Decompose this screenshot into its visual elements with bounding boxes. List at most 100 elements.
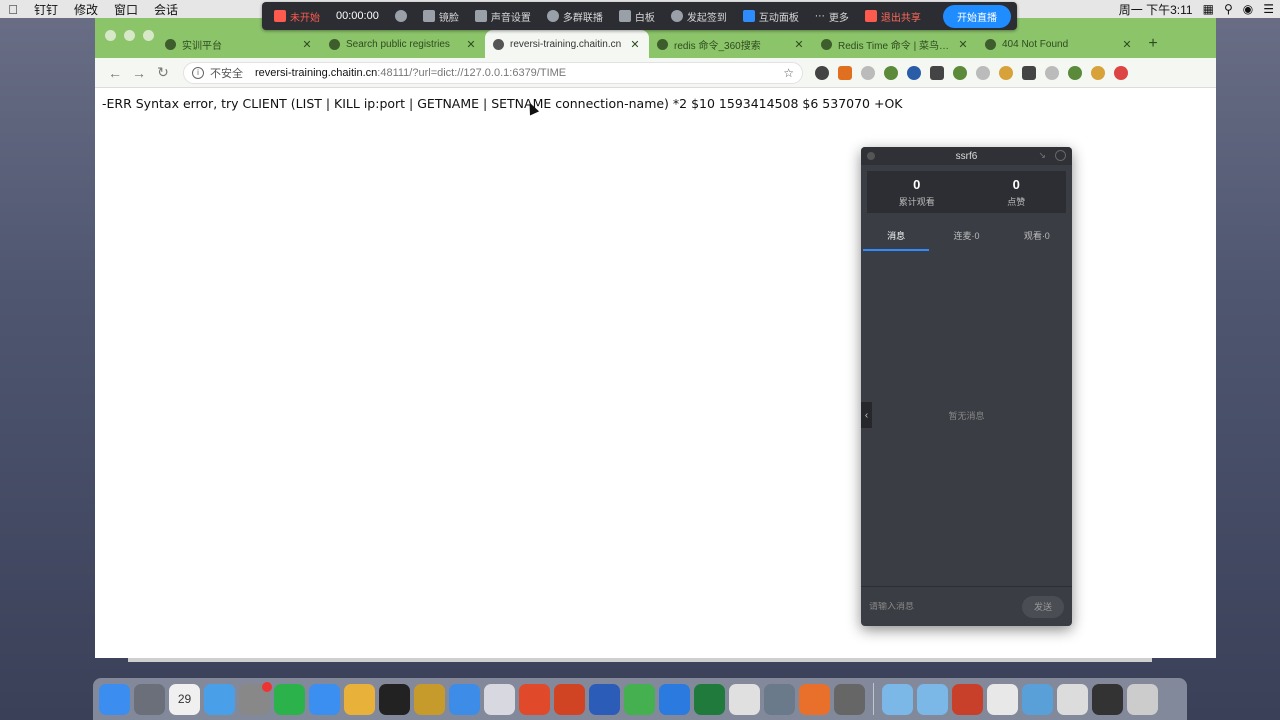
control-center-icon[interactable]: ☰ <box>1263 2 1274 16</box>
tab-training-platform[interactable]: 实训平台 ✕ <box>157 30 321 58</box>
update-icon[interactable] <box>1114 65 1128 80</box>
close-window-button[interactable] <box>105 30 116 41</box>
start-live-button[interactable]: 开始直播 <box>943 4 1011 28</box>
more-icon: ⋯ <box>814 10 825 22</box>
shrink-icon[interactable]: ↘ <box>1038 150 1046 161</box>
xmind-icon[interactable] <box>519 683 550 715</box>
tab-redis-time[interactable]: Redis Time 命令 | 菜鸟教程 ✕ <box>813 30 977 58</box>
terminal-icon[interactable] <box>379 683 410 715</box>
close-tab-icon[interactable]: ✕ <box>793 38 805 51</box>
menu-item-session[interactable]: 会话 <box>146 1 186 18</box>
tab-not-found[interactable]: 404 Not Found ✕ <box>977 30 1141 58</box>
new-tab-button[interactable]: + <box>1141 30 1165 58</box>
minimized-window-icon[interactable] <box>1092 683 1123 715</box>
close-tab-icon[interactable]: ✕ <box>629 38 641 51</box>
menu-item-edit[interactable]: 修改 <box>66 1 106 18</box>
powerpoint-icon[interactable] <box>554 683 585 715</box>
word-icon[interactable] <box>589 683 620 715</box>
minimized-window-icon[interactable] <box>987 683 1018 715</box>
finder-icon[interactable] <box>99 683 130 715</box>
send-button[interactable]: 发送 <box>1022 595 1064 618</box>
extension-icon[interactable] <box>999 65 1013 80</box>
safari-icon[interactable] <box>309 683 340 715</box>
profile-avatar[interactable] <box>1091 65 1105 80</box>
keyboard-icon[interactable]: ▦ <box>1203 2 1214 16</box>
trash-icon[interactable] <box>1127 683 1158 715</box>
info-icon[interactable]: i <box>192 66 204 79</box>
tab-reversi-training[interactable]: reversi-training.chaitin.cn ✕ <box>485 30 649 58</box>
extension-icon[interactable] <box>1068 65 1082 80</box>
vscode-icon[interactable] <box>659 683 690 715</box>
multi-group-button[interactable]: 多群联播 <box>541 9 609 24</box>
remote-desktop-icon[interactable] <box>484 683 515 715</box>
extension-icon[interactable] <box>884 65 898 80</box>
menu-clock[interactable]: 周一 下午3:11 <box>1119 1 1193 18</box>
wechat-icon[interactable] <box>274 683 305 715</box>
recording-status[interactable]: 未开始 <box>268 9 326 24</box>
calendar-icon[interactable]: 29 <box>169 683 200 715</box>
launchpad-icon[interactable] <box>134 683 165 715</box>
whiteboard-button[interactable]: 白板 <box>613 9 661 24</box>
downloads-folder-icon[interactable] <box>917 683 948 715</box>
close-panel-icon[interactable] <box>867 152 875 160</box>
extension-icon[interactable] <box>907 65 921 80</box>
menu-item-app[interactable]: 钉钉 <box>26 1 66 18</box>
horizontal-scrollbar[interactable] <box>128 658 1152 662</box>
extension-icon[interactable] <box>930 65 944 80</box>
tab-search-registries[interactable]: Search public registries ✕ <box>321 30 485 58</box>
back-button[interactable]: ← <box>103 65 127 81</box>
extension-icon[interactable] <box>953 65 967 80</box>
maximize-window-button[interactable] <box>143 30 154 41</box>
extension-icon[interactable] <box>1022 65 1036 80</box>
feishu-icon[interactable] <box>449 683 480 715</box>
extension-icon[interactable] <box>838 65 852 80</box>
live-panel-titlebar[interactable]: ssrf6 ↘ <box>861 147 1072 165</box>
tab-viewers[interactable]: 观看·0 <box>1002 217 1072 253</box>
power-icon[interactable] <box>1055 150 1066 161</box>
close-tab-icon[interactable]: ✕ <box>1121 38 1133 51</box>
extension-icon[interactable] <box>1045 65 1059 80</box>
apple-icon[interactable]:  <box>0 2 26 17</box>
tab-messages[interactable]: 消息 <box>861 217 931 253</box>
message-input[interactable] <box>869 601 1022 612</box>
wireshark-icon[interactable] <box>764 683 795 715</box>
end-share-button[interactable]: 退出共享 <box>859 9 927 24</box>
interaction-panel-button[interactable]: 互动面板 <box>737 9 805 24</box>
close-tab-icon[interactable]: ✕ <box>465 38 477 51</box>
tab-redis-search[interactable]: redis 命令_360搜索 ✕ <box>649 30 813 58</box>
close-tab-icon[interactable]: ✕ <box>957 38 969 51</box>
minimized-window-icon[interactable] <box>952 683 983 715</box>
beauty-button[interactable]: 镜脸 <box>417 9 465 24</box>
more-button[interactable]: ⋯ 更多 <box>809 9 855 24</box>
sublime-text-icon[interactable] <box>414 683 445 715</box>
extension-icon[interactable] <box>861 65 875 80</box>
tab-co-host[interactable]: 连麦·0 <box>931 217 1001 253</box>
url-text[interactable]: reversi-training.chaitin.cn:48111/?url=d… <box>255 67 783 79</box>
sound-settings-button[interactable]: 声音设置 <box>469 9 537 24</box>
firefox-icon[interactable] <box>799 683 830 715</box>
chrome-canary-icon[interactable] <box>624 683 655 715</box>
keynote-icon[interactable] <box>204 683 235 715</box>
close-tab-icon[interactable]: ✕ <box>301 38 313 51</box>
address-bar[interactable]: i 不安全 reversi-training.chaitin.cn:48111/… <box>183 61 803 84</box>
java-icon[interactable] <box>729 683 760 715</box>
bookmark-star-icon[interactable]: ☆ <box>783 66 794 80</box>
time-machine-icon[interactable] <box>834 683 865 715</box>
chrome-icon[interactable] <box>344 683 375 715</box>
extension-icon[interactable] <box>976 65 990 80</box>
siri-icon[interactable]: ◉ <box>1243 2 1253 16</box>
extension-icon[interactable] <box>815 65 829 80</box>
folder-icon[interactable] <box>882 683 913 715</box>
search-icon[interactable]: ⚲ <box>1224 2 1233 16</box>
excel-icon[interactable] <box>694 683 725 715</box>
check-in-button[interactable]: 发起签到 <box>665 9 733 24</box>
system-preferences-icon[interactable] <box>239 681 272 715</box>
reload-button[interactable]: ↻ <box>151 64 175 81</box>
minimized-window-icon[interactable] <box>1057 683 1088 715</box>
meeting-timer: 00:00:00 <box>336 10 379 22</box>
forward-button[interactable]: → <box>127 65 151 81</box>
menu-item-window[interactable]: 窗口 <box>106 1 146 18</box>
minimize-window-button[interactable] <box>124 30 135 41</box>
minimized-window-icon[interactable] <box>1022 683 1053 715</box>
security-label[interactable]: 不安全 <box>210 65 243 81</box>
